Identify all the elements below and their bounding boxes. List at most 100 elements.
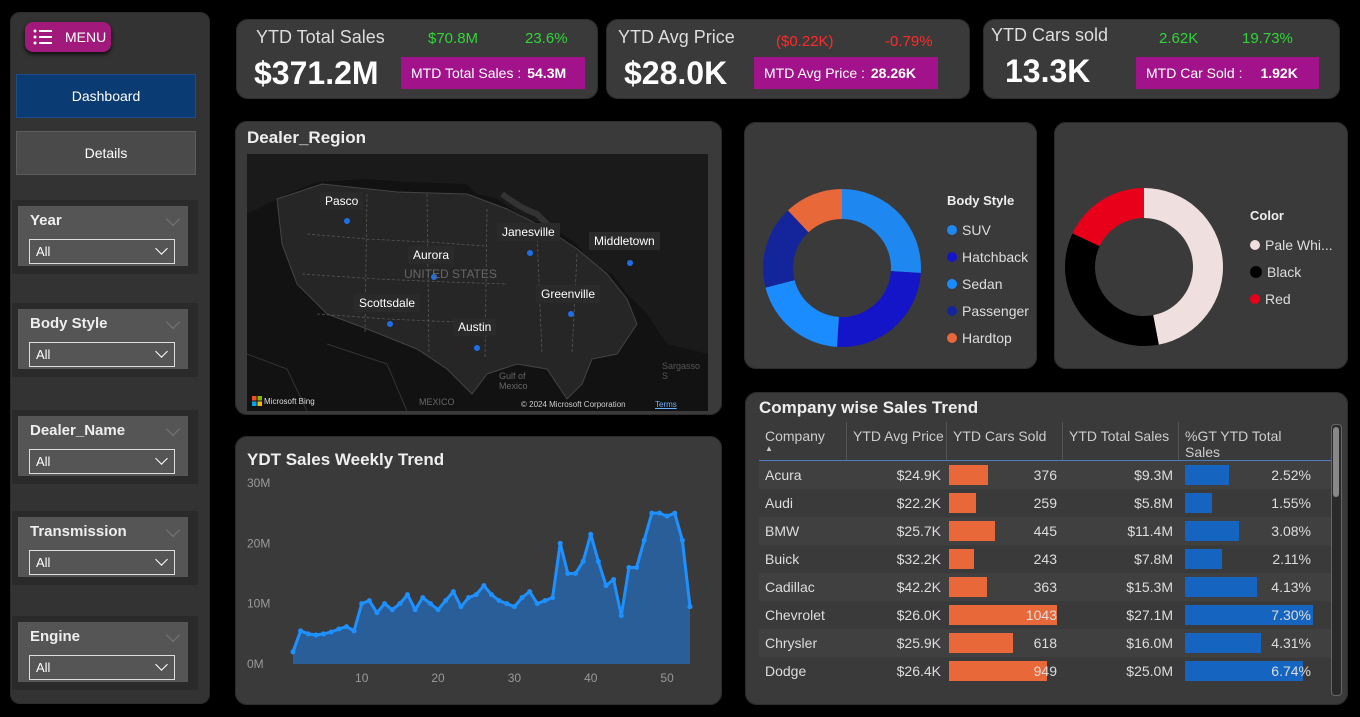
trend-point[interactable] <box>366 598 372 604</box>
table-scrollbar[interactable] <box>1331 424 1342 696</box>
trend-point[interactable] <box>565 571 571 576</box>
trend-point[interactable] <box>572 571 578 576</box>
trend-point[interactable] <box>664 513 670 519</box>
trend-point[interactable] <box>534 601 540 607</box>
trend-point[interactable] <box>298 628 304 634</box>
chevron-down-icon[interactable] <box>165 627 181 643</box>
chevron-down-icon[interactable] <box>165 421 181 437</box>
trend-point[interactable] <box>420 595 426 601</box>
trend-point[interactable] <box>427 601 433 607</box>
transmission-dropdown[interactable]: All <box>29 550 175 575</box>
map-point[interactable] <box>387 321 393 327</box>
legend-item[interactable]: Black <box>1250 258 1333 285</box>
trend-point[interactable] <box>359 601 365 607</box>
map-point[interactable] <box>627 260 633 266</box>
trend-point[interactable] <box>504 601 510 607</box>
trend-point[interactable] <box>511 604 517 610</box>
trend-point[interactable] <box>321 631 327 637</box>
trend-point[interactable] <box>519 595 525 601</box>
trend-point[interactable] <box>687 604 693 610</box>
table-row[interactable]: Acura $24.9K 376 $9.3M 2.52% <box>759 461 1331 489</box>
donut-slice-hatchback[interactable] <box>837 271 921 347</box>
col-pct-gt[interactable]: %GT YTD Total Sales <box>1179 422 1317 460</box>
donut-slice-sedan[interactable] <box>765 280 839 347</box>
map-terms-link[interactable]: Terms <box>655 400 677 409</box>
trend-point[interactable] <box>595 558 601 564</box>
map-point[interactable] <box>568 311 574 317</box>
chevron-down-icon[interactable] <box>165 211 181 227</box>
table-row[interactable]: Audi $22.2K 259 $5.8M 1.55% <box>759 489 1331 517</box>
trend-point[interactable] <box>405 592 411 598</box>
table-row[interactable]: Cadillac $42.2K 363 $15.3M 4.13% <box>759 573 1331 601</box>
trend-point[interactable] <box>618 613 624 619</box>
trend-point[interactable] <box>626 564 632 570</box>
trend-point[interactable] <box>305 631 311 637</box>
trend-point[interactable] <box>603 583 609 589</box>
trend-point[interactable] <box>336 626 342 632</box>
map-point[interactable] <box>527 250 533 256</box>
weekly-trend-chart[interactable]: 30M 20M 10M 0M 10 20 30 40 50 <box>235 436 722 705</box>
legend-item[interactable]: Sedan <box>947 270 1029 297</box>
trend-point[interactable] <box>389 607 395 613</box>
trend-point[interactable] <box>489 592 494 598</box>
body-style-dropdown[interactable]: All <box>29 342 175 367</box>
col-total-sales[interactable]: YTD Total Sales <box>1063 422 1179 460</box>
trend-point[interactable] <box>656 510 662 516</box>
col-avg-price[interactable]: YTD Avg Price <box>847 422 947 460</box>
trend-point[interactable] <box>634 564 640 570</box>
legend-item[interactable]: Hardtop <box>947 324 1029 351</box>
trend-point[interactable] <box>550 595 556 601</box>
trend-point[interactable] <box>481 583 487 589</box>
menu-button[interactable]: MENU <box>25 22 111 52</box>
table-row[interactable]: Buick $32.2K 243 $7.8M 2.11% <box>759 545 1331 573</box>
trend-point[interactable] <box>290 649 296 655</box>
donut-slice-pale-whi-[interactable] <box>1144 188 1224 345</box>
legend-item[interactable]: Hatchback <box>947 243 1029 270</box>
trend-point[interactable] <box>473 592 479 598</box>
chevron-down-icon[interactable] <box>165 522 181 538</box>
col-company[interactable]: Company ▲ <box>759 422 847 460</box>
trend-point[interactable] <box>374 610 380 616</box>
trend-point[interactable] <box>580 558 586 564</box>
table-row[interactable]: BMW $25.7K 445 $11.4M 3.08% <box>759 517 1331 545</box>
trend-point[interactable] <box>611 577 617 583</box>
trend-point[interactable] <box>542 598 548 604</box>
donut-slice-suv[interactable] <box>842 189 921 273</box>
color-donut[interactable] <box>1054 177 1234 357</box>
trend-point[interactable] <box>450 589 456 595</box>
trend-point[interactable] <box>641 537 647 543</box>
year-dropdown[interactable]: All <box>29 239 175 264</box>
legend-item[interactable]: Pale Whi... <box>1250 231 1333 258</box>
donut-slice-black[interactable] <box>1065 233 1159 346</box>
donut-slice-red[interactable] <box>1072 188 1144 247</box>
trend-point[interactable] <box>351 628 357 634</box>
trend-point[interactable] <box>397 601 403 607</box>
table-row[interactable]: Chrysler $25.9K 618 $16.0M 4.31% <box>759 629 1331 657</box>
scrollbar-thumb[interactable] <box>1333 427 1339 497</box>
map-canvas[interactable]: Pasco Aurora Janesville Middletown Scott… <box>247 154 708 411</box>
trend-point[interactable] <box>557 540 563 546</box>
trend-point[interactable] <box>466 595 472 601</box>
trend-point[interactable] <box>382 601 388 607</box>
map-point[interactable] <box>344 218 350 224</box>
table-row[interactable]: Dodge $26.4K 949 $25.0M 6.74% <box>759 657 1331 685</box>
engine-dropdown[interactable]: All <box>29 655 175 680</box>
trend-point[interactable] <box>435 607 441 613</box>
trend-point[interactable] <box>527 589 533 595</box>
trend-point[interactable] <box>328 629 334 635</box>
trend-point[interactable] <box>588 531 594 537</box>
map-point[interactable] <box>474 345 480 351</box>
body-style-donut[interactable] <box>752 178 932 358</box>
dashboard-button[interactable]: Dashboard <box>16 74 196 118</box>
trend-point[interactable] <box>679 537 685 543</box>
trend-point[interactable] <box>412 607 418 613</box>
trend-point[interactable] <box>672 510 678 516</box>
chevron-down-icon[interactable] <box>165 314 181 330</box>
dealer-name-dropdown[interactable]: All <box>29 449 175 474</box>
trend-point[interactable] <box>649 510 655 516</box>
col-cars-sold[interactable]: YTD Cars Sold <box>947 422 1063 460</box>
trend-point[interactable] <box>443 598 449 604</box>
trend-point[interactable] <box>343 624 349 630</box>
trend-point[interactable] <box>458 604 464 610</box>
trend-point[interactable] <box>313 632 319 638</box>
